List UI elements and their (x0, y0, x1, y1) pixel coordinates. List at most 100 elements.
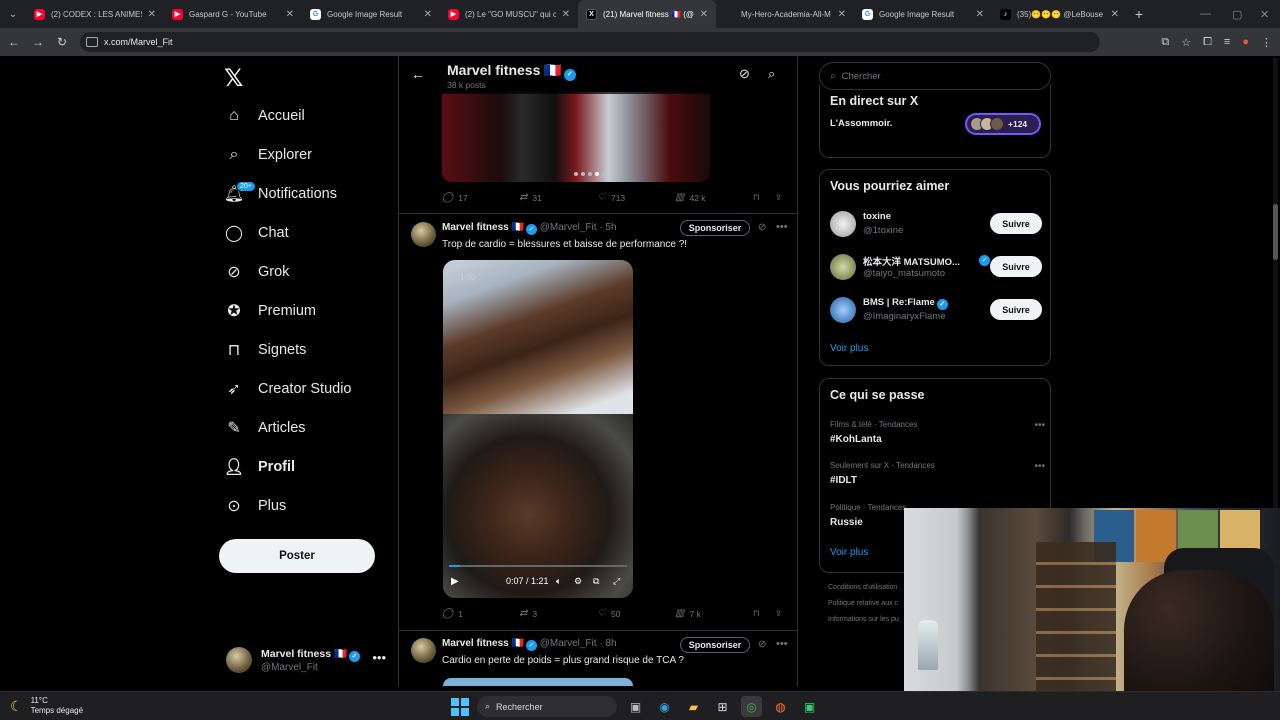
site-info-icon[interactable] (86, 37, 98, 47)
nav-item-home[interactable]: ⌂ Accueil (224, 101, 305, 131)
close-tab-icon[interactable]: ✕ (1111, 9, 1119, 20)
nav-item-grok[interactable]: ⊘ Grok (224, 257, 289, 287)
close-tab-icon[interactable]: ✕ (976, 9, 984, 20)
nav-item-articles[interactable]: ✎ Articles (224, 413, 305, 443)
nav-item-explore[interactable]: ⌕ Explorer (224, 140, 312, 170)
firefox-icon[interactable]: ◍ (770, 696, 791, 717)
video-progress-bar[interactable] (449, 565, 627, 567)
suggestion-item[interactable]: toxine @1toxine Suivre (830, 209, 1045, 239)
browser-tab[interactable]: ♪ (35)😶😶😶 @LeBouse ✕ (992, 0, 1127, 28)
nav-item-premium[interactable]: ✪ Premium (224, 296, 316, 326)
browser-menu-icon[interactable]: ⋮ (1261, 36, 1272, 49)
trend-item[interactable]: Seulement sur X · Tendances #IDLT ••• (830, 461, 1045, 486)
post-time[interactable]: · 5h (599, 222, 616, 233)
extensions-icon[interactable]: ⧠ (1203, 36, 1212, 49)
cast-icon[interactable]: ⧉ (1161, 36, 1169, 49)
back-arrow-icon[interactable]: ← (2, 35, 26, 49)
share-icon[interactable]: ⇪ (775, 192, 782, 203)
more-options-icon[interactable]: ••• (1034, 461, 1045, 472)
weather-widget[interactable]: ☾ 11°C Temps dégagé (10, 696, 83, 716)
nav-item-bookmarks[interactable]: ⊓ Signets (224, 335, 307, 365)
browser-tab[interactable]: My-Hero-Academia-All-M ✕ (716, 0, 854, 28)
see-more-link[interactable]: Voir plus (830, 547, 868, 558)
grok-icon[interactable]: ⊘ (758, 222, 766, 233)
repost-button[interactable]: ⇄ 3 (519, 608, 537, 619)
browser-tab[interactable]: ▶ (2) CODEX : LES ANIMES ✕ (26, 0, 164, 28)
more-options-icon[interactable]: ••• (776, 638, 788, 650)
nav-item-chat[interactable]: ◯ Chat (224, 218, 289, 248)
tab-search-icon[interactable]: ⌄ (0, 0, 26, 28)
back-arrow-icon[interactable]: ← (411, 66, 425, 82)
close-tab-icon[interactable]: ✕ (424, 9, 432, 20)
close-tab-icon[interactable]: ✕ (148, 9, 156, 20)
footer-link[interactable]: Conditions d'utilisation (828, 584, 897, 591)
browser-tab-active[interactable]: X (21) Marvel fitness 🇫🇷 (@M ✕ (578, 0, 716, 28)
store-icon[interactable]: ⊞ (712, 696, 733, 717)
sponsor-button[interactable]: Sponsoriser (680, 637, 750, 653)
repost-button[interactable]: ⇄ 31 (519, 192, 542, 203)
maximize-icon[interactable]: ▢ (1232, 0, 1242, 28)
footer-link[interactable]: Politique relative aux c (828, 600, 898, 607)
volume-icon[interactable]: 🔈︎ (556, 576, 561, 587)
reload-icon[interactable]: ↻ (50, 35, 74, 49)
nav-item-notifications[interactable]: 🔔︎ 20+ Notifications (224, 179, 337, 209)
close-tab-icon[interactable]: ✕ (286, 9, 294, 20)
trend-item[interactable]: Films & télé · Tendances #KohLanta ••• (830, 420, 1045, 445)
video-player[interactable]: 1.00 ▶ 0:07 / 1:21 🔈︎ ⚙ ⧉ ⤢ (443, 260, 633, 598)
more-options-icon[interactable]: ••• (372, 650, 386, 665)
browser-tab[interactable]: G Google Image Result ✕ (854, 0, 992, 28)
avatar[interactable] (411, 222, 436, 247)
post-media-preview[interactable] (443, 678, 633, 686)
post-author[interactable]: Marvel fitness 🇫🇷 (442, 222, 524, 233)
search-icon[interactable]: ⌕ (768, 66, 775, 82)
close-tab-icon[interactable]: ✕ (700, 9, 708, 20)
nav-item-more[interactable]: ⊙ Plus (224, 491, 286, 521)
suggestion-item[interactable]: BMS | Re:Flame ✓ @ImaginaryxFlame Suivre (830, 295, 1045, 325)
reply-button[interactable]: ◯ 17 (442, 192, 468, 203)
grok-icon[interactable]: ⊘ (758, 639, 766, 650)
pip-icon[interactable]: ⧉ (593, 576, 599, 587)
avatar[interactable] (411, 638, 436, 663)
post-handle[interactable]: @Marvel_Fit (540, 638, 597, 649)
taskbar-search[interactable]: ⌕ Rechercher (477, 696, 617, 717)
media-icon[interactable]: ≡ (1224, 36, 1230, 48)
settings-icon[interactable]: ⚙ (574, 576, 582, 587)
close-window-icon[interactable]: ✕ (1260, 0, 1269, 28)
post-handle[interactable]: @Marvel_Fit (540, 222, 597, 233)
file-explorer-icon[interactable]: ▰ (683, 696, 704, 717)
grok-icon[interactable]: ⊘ (739, 66, 750, 82)
follow-button[interactable]: Suivre (990, 213, 1042, 234)
fullscreen-icon[interactable]: ⤢ (613, 576, 620, 587)
more-options-icon[interactable]: ••• (1034, 420, 1045, 431)
live-space-title[interactable]: L'Assommoir. (830, 118, 892, 129)
account-switcher[interactable]: Marvel fitness 🇫🇷 ✓ @Marvel_Fit ••• (226, 642, 396, 678)
play-icon[interactable]: ▶ (451, 576, 459, 587)
profile-avatar-icon[interactable]: ● (1242, 36, 1249, 48)
post-time[interactable]: · 8h (599, 638, 616, 649)
edge-icon[interactable]: ◉ (654, 696, 675, 717)
share-icon[interactable]: ⇪ (775, 608, 782, 619)
task-view-icon[interactable]: ▣ (625, 696, 646, 717)
reply-button[interactable]: ◯ 1 (442, 608, 463, 619)
new-tab-icon[interactable]: + (1127, 6, 1151, 22)
close-tab-icon[interactable]: ✕ (838, 9, 846, 20)
follow-button[interactable]: Suivre (990, 256, 1042, 277)
bookmark-star-icon[interactable]: ☆ (1181, 36, 1191, 49)
app-icon[interactable]: ▣ (799, 696, 820, 717)
like-button[interactable]: ♡ 50 (597, 608, 620, 619)
x-logo-icon[interactable]: 𝕏 (224, 64, 250, 92)
views-button[interactable]: ▥ 42 k (675, 192, 706, 203)
browser-tab[interactable]: ▶ (2) Le "GO MUSCU" qui ce ✕ (440, 0, 578, 28)
browser-tab[interactable]: ▶ Gaspard G - YouTube ✕ (164, 0, 302, 28)
more-options-icon[interactable]: ••• (776, 221, 788, 233)
see-more-link[interactable]: Voir plus (830, 343, 868, 354)
forward-arrow-icon[interactable]: → (26, 35, 50, 49)
nav-item-profile[interactable]: 👤︎ Profil (224, 452, 295, 482)
url-bar[interactable]: x.com/Marvel_Fit (80, 32, 1100, 52)
close-tab-icon[interactable]: ✕ (562, 9, 570, 20)
browser-tab[interactable]: G Google Image Result ✕ (302, 0, 440, 28)
bookmark-icon[interactable]: ⊓ (753, 192, 760, 203)
windows-start-icon[interactable] (451, 697, 469, 716)
post-button[interactable]: Poster (219, 539, 375, 573)
live-listeners-pill[interactable]: +124 (965, 113, 1041, 135)
